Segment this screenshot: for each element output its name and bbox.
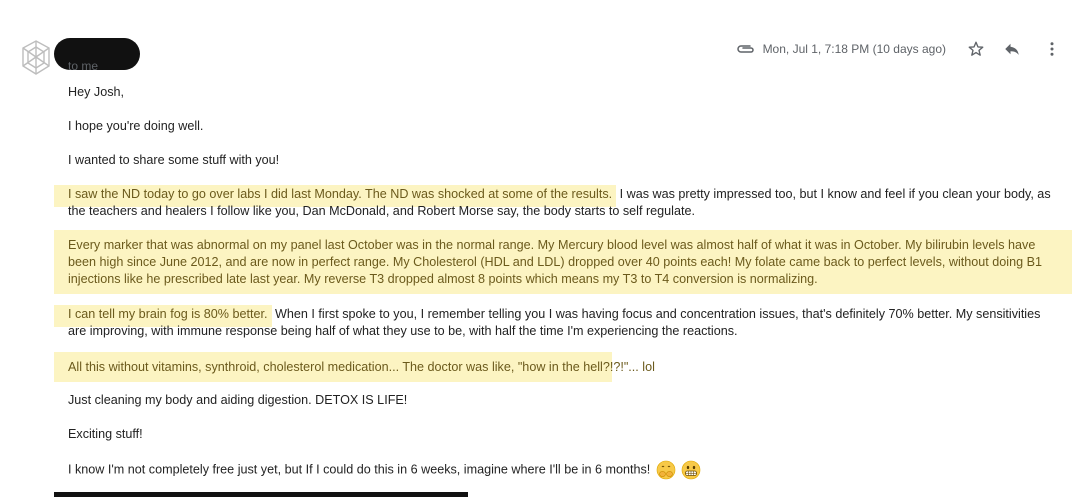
message-date: Mon, Jul 1, 7:18 PM (10 days ago) (762, 42, 946, 56)
sender-avatar-icon[interactable] (18, 38, 54, 78)
body-paragraph: I can tell my brain fog is 80% better. W… (54, 305, 1054, 340)
highlighted-paragraph: Every marker that was abnormal on my pan… (54, 230, 1072, 294)
reply-icon[interactable] (1000, 37, 1024, 61)
hands-over-mouth-emoji-icon (656, 460, 676, 480)
body-paragraph: I saw the ND today to go over labs I did… (54, 185, 1054, 220)
message-meta-bar: Mon, Jul 1, 7:18 PM (10 days ago) (735, 37, 1080, 61)
body-line: Exciting stuff! (68, 427, 143, 441)
body-line: Just cleaning my body and aiding digesti… (68, 393, 408, 407)
recipient-line[interactable]: to me (68, 59, 98, 71)
more-vert-icon[interactable] (1040, 37, 1064, 61)
paragraph-text: All this without vitamins, synthroid, ch… (68, 360, 655, 374)
bottom-redaction-bar (54, 492, 468, 497)
body-line: I know I'm not completely free just yet,… (68, 460, 701, 480)
body-line: I wanted to share some stuff with you! (68, 153, 280, 167)
star-icon[interactable] (964, 37, 988, 61)
paragraph-text: Every marker that was abnormal on my pan… (68, 238, 1043, 286)
paperclip-icon (735, 40, 757, 58)
grimacing-face-emoji-icon (681, 460, 701, 480)
highlighted-paragraph: All this without vitamins, synthroid, ch… (54, 352, 655, 382)
greeting-line: Hey Josh, (68, 85, 124, 99)
paragraph-text: I know I'm not completely free just yet,… (68, 462, 651, 477)
body-line: I hope you're doing well. (68, 119, 204, 133)
